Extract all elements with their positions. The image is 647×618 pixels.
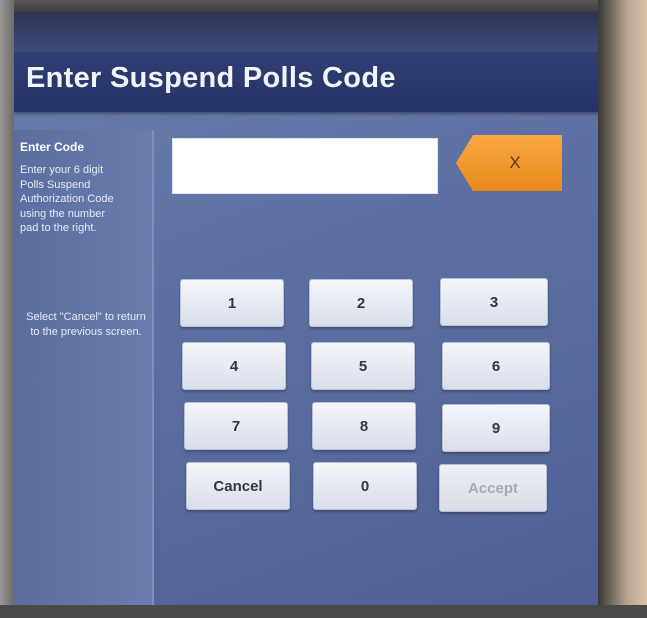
header-bar: Enter Suspend Polls Code (14, 52, 598, 112)
kiosk-screen: Enter Suspend Polls Code Enter Code Ente… (14, 12, 598, 605)
device-bezel-bottom (0, 605, 647, 618)
key-7[interactable]: 7 (184, 402, 288, 450)
instructions-text: Enter your 6 digit Polls Suspend Authori… (20, 164, 114, 234)
key-9[interactable]: 9 (442, 404, 550, 452)
device-bezel-right (598, 0, 647, 618)
key-1[interactable]: 1 (180, 279, 284, 327)
code-input-field[interactable] (172, 138, 438, 194)
key-4[interactable]: 4 (182, 342, 286, 390)
cancel-hint-text: Select "Cancel" to return to the previou… (26, 311, 146, 338)
key-8[interactable]: 8 (312, 402, 416, 450)
key-3[interactable]: 3 (440, 278, 548, 326)
device-bezel-left (0, 0, 14, 618)
key-6[interactable]: 6 (442, 342, 550, 390)
key-2[interactable]: 2 (309, 279, 413, 327)
screen-top-band (14, 12, 598, 52)
device-bezel-top (0, 0, 647, 12)
clear-button[interactable]: X (456, 135, 562, 191)
key-0[interactable]: 0 (313, 462, 417, 510)
page-title: Enter Suspend Polls Code (26, 62, 396, 94)
instructions-title: Enter Code (20, 140, 85, 154)
accept-button[interactable]: Accept (439, 464, 547, 512)
key-5[interactable]: 5 (311, 342, 415, 390)
cancel-button[interactable]: Cancel (186, 462, 290, 510)
instructions-panel: Enter Code Enter your 6 digit Polls Susp… (14, 130, 154, 605)
